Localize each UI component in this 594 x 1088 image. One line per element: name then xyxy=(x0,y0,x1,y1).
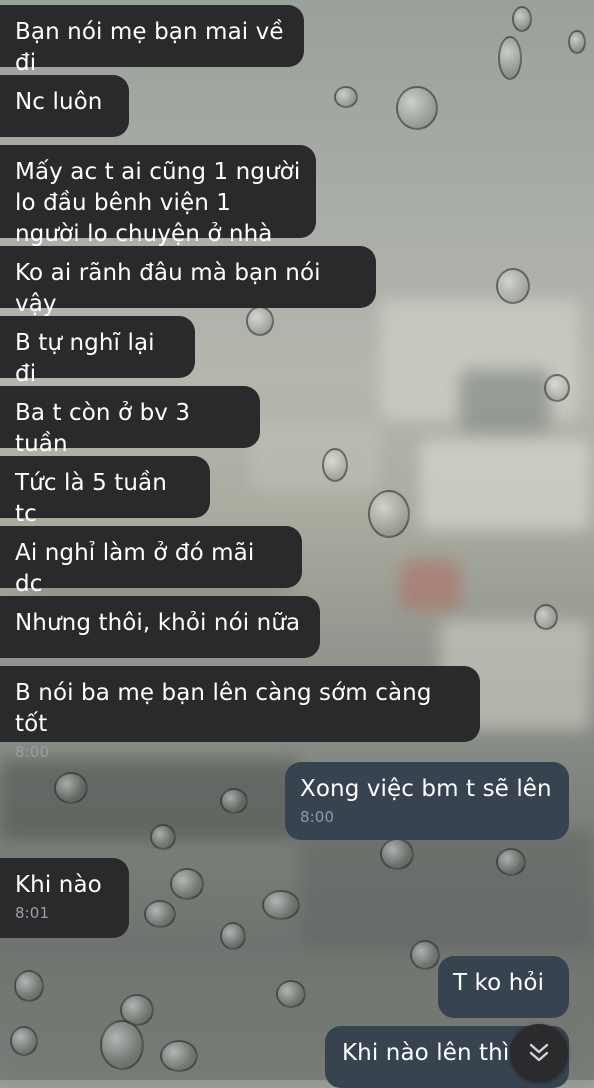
message-incoming[interactable]: Nhưng thôi, khỏi nói nữa xyxy=(0,596,320,658)
message-text: T ko hỏi xyxy=(453,970,545,996)
message-incoming[interactable]: Ai nghỉ làm ở đó mãi dc xyxy=(0,526,302,597)
message-incoming[interactable]: B nói ba mẹ bạn lên càng sớm càng tốt 8:… xyxy=(0,666,480,761)
message-text: Ba t còn ở bv 3 tuần xyxy=(15,400,191,457)
message-text: Ko ai rãnh đâu mà bạn nói vậy xyxy=(15,260,321,317)
message-text: Nhưng thôi, khỏi nói nữa xyxy=(15,610,301,636)
message-list[interactable]: Bạn nói mẹ bạn mai về đi Nc luôn Mấy ac … xyxy=(0,0,594,1088)
message-incoming[interactable]: Nc luôn xyxy=(0,75,129,137)
message-text: Tức là 5 tuần tc xyxy=(15,470,167,527)
message-incoming[interactable]: Ba t còn ở bv 3 tuần xyxy=(0,386,260,457)
double-chevron-down-icon xyxy=(529,1043,549,1062)
message-incoming[interactable]: Mấy ac t ai cũng 1 người lo đầu bênh việ… xyxy=(0,145,316,247)
scroll-to-bottom-button[interactable] xyxy=(510,1024,568,1082)
message-time: 8:00 xyxy=(15,743,50,761)
message-text: Xong việc bm t sẽ lên xyxy=(300,776,552,802)
message-text: B nói ba mẹ bạn lên càng sớm càng tốt xyxy=(15,680,432,737)
message-text: B tự nghĩ lại đi xyxy=(15,330,155,387)
message-time: 8:01 xyxy=(15,904,50,922)
message-text: Bạn nói mẹ bạn mai về đi xyxy=(15,19,284,76)
message-text: Khi nào lên thì xyxy=(342,1040,510,1066)
message-outgoing[interactable]: Xong việc bm t sẽ lên 8:00 xyxy=(285,762,569,840)
message-outgoing[interactable]: T ko hỏi xyxy=(438,956,569,1018)
message-text: Ai nghỉ làm ở đó mãi dc xyxy=(15,540,255,597)
message-text: Khi nào xyxy=(15,872,102,898)
message-incoming[interactable]: Tức là 5 tuần tc xyxy=(0,456,210,527)
message-incoming[interactable]: B tự nghĩ lại đi xyxy=(0,316,195,387)
message-incoming[interactable]: Ko ai rãnh đâu mà bạn nói vậy xyxy=(0,246,376,317)
message-incoming[interactable]: Khi nào 8:01 xyxy=(0,858,129,938)
message-time: 8:00 xyxy=(300,808,335,826)
message-text: Nc luôn xyxy=(15,89,103,115)
message-text: Mấy ac t ai cũng 1 người lo đầu bênh việ… xyxy=(15,159,301,247)
message-incoming[interactable]: Bạn nói mẹ bạn mai về đi xyxy=(0,5,304,76)
